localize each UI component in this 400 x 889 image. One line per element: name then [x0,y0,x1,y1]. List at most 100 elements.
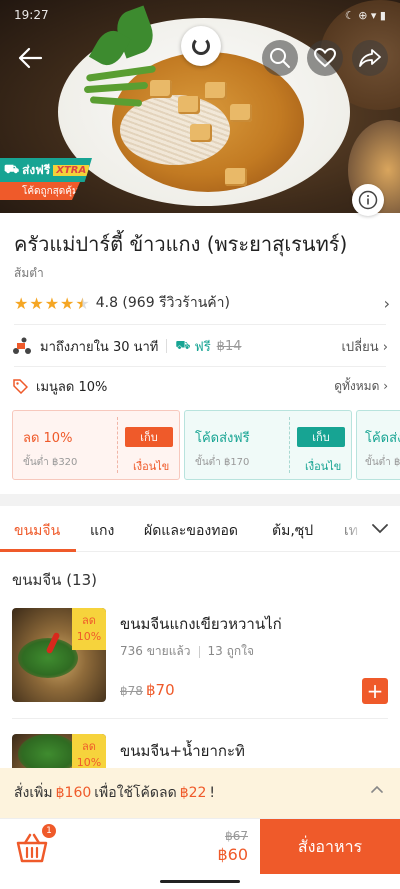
search-button[interactable] [262,40,298,76]
rating-row[interactable]: ★ ★ ★ ★ ★ 4.8 (969 รีวิวร้านค้า) › [14,292,390,314]
tab-soup[interactable]: ต้ม,ซุป [272,520,313,542]
voucher-min: ขั้นต่ำ ฿ [365,457,400,468]
food-chunk [178,96,200,114]
tab-khanom-jeen[interactable]: ขนมจีน [14,520,60,542]
banner-middle: เพื่อใช้โค้ดลด [94,785,177,801]
cuisine-label: ส้มตำ [14,266,44,280]
sold-count: 736 ขายแล้ว [120,644,191,658]
section-separator [0,494,400,506]
divider [14,366,386,367]
search-icon [270,48,290,68]
banner-prefix: สั่งเพิ่ม [14,785,53,801]
tab-curry[interactable]: แกง [90,520,114,542]
total-new-price: ฿60 [217,845,248,864]
order-button[interactable]: สั่งอาหาร [260,819,400,875]
bottom-bar: 1 ฿67 ฿60 สั่งอาหาร [0,818,400,875]
change-delivery-link[interactable]: เปลี่ยน › [341,336,388,357]
separator [166,339,168,353]
cart-count-badge: 1 [42,824,56,838]
back-arrow-icon [18,47,43,69]
voucher-min: ขั้นต่ำ ฿170 [195,457,250,468]
info-button[interactable] [352,184,384,216]
voucher-card[interactable]: ลด 10% ขั้นต่ำ ฿320 เก็บ เงื่อนไข [12,410,180,480]
share-button[interactable] [352,40,388,76]
voucher-min: ขั้นต่ำ ฿320 [23,457,78,468]
food-garnish [18,734,78,768]
badge-sub: โค้ดถูกสุดคุ้ม [0,182,80,200]
voucher-divider [289,417,290,473]
back-button[interactable] [12,40,48,76]
divider [12,718,388,719]
collect-voucher-button[interactable]: เก็บ [297,427,345,447]
tab-stir-fry[interactable]: ผัดและของทอด [144,520,238,542]
discount-tag: ลด 10% [72,734,106,768]
food-chunk [190,124,212,142]
star-icon: ★ [29,293,44,313]
separator [198,645,200,658]
menu-item-meta: 736 ขายแล้ว 13 ถูกใจ [120,642,254,661]
active-tab-indicator [0,549,76,552]
status-time: 19:27 [14,8,49,22]
restaurant-hero-image: 19:27 ☾ ⊕ ▾ ▮ ⛟ ส่งฟรี XTRA โค้ดถูกสุดคุ… [0,0,400,213]
voucher-title: โค้ดส่งฟรี [195,431,250,446]
menu-item[interactable]: ลด 10% ขนมจีน+น้ำยากะทิ [0,734,400,768]
voucher-card[interactable]: โค้ดส่งฟรี ขั้นต่ำ ฿170 เก็บ เงื่อนไข [184,410,352,480]
discount-label: ลด [82,614,96,627]
menu-item-image: ลด 10% [12,734,106,768]
chevron-up-icon[interactable] [370,784,384,794]
promo-label: เมนูลด 10% [36,379,108,395]
delivery-truck-icon: ⛟ [175,338,191,352]
delivery-eta: มาถึงภายใน 30 นาที [40,339,159,355]
voucher-conditions-link[interactable]: เงื่อนไข [305,457,341,475]
new-price: ฿70 [146,681,175,699]
delivery-row[interactable]: มาถึงภายใน 30 นาที ⛟ ฟรี ฿14 เปลี่ยน › [12,334,388,358]
voucher-divider [117,417,118,473]
rating-stars: ★ ★ ★ ★ ★ [14,294,90,313]
voucher-title: โค้ดส่ง [365,431,400,446]
food-chunk [225,168,247,186]
voucher-title: ลด 10% [23,431,73,446]
like-count: 13 ถูกใจ [207,644,255,658]
share-icon [359,49,381,67]
favorite-button[interactable] [307,40,343,76]
banner-suffix: ! [209,785,216,801]
home-indicator[interactable] [160,880,240,883]
see-all-link[interactable]: ดูทั้งหมด › [334,377,388,396]
delivery-fee-free: ฟรี [194,339,211,355]
badge-label: ส่งฟรี [22,162,51,177]
discount-value: 10% [76,630,102,643]
loading-indicator [181,26,221,66]
voucher-card[interactable]: โค้ดส่ง ขั้นต่ำ ฿ [356,410,400,480]
voucher-conditions-link[interactable]: เงื่อนไข [133,457,169,475]
food-chunk [205,82,227,100]
free-delivery-badge: ⛟ ส่งฟรี XTRA โค้ดถูกสุดคุ้ม [0,158,92,200]
promo-row[interactable]: เมนูลด 10% ดูทั้งหมด › [12,375,388,397]
scooter-icon: ⛟ [4,162,20,176]
menu-item-name: ขนมจีนแกงเขียวหวานไก่ [120,615,282,633]
rating-text: 4.8 (969 รีวิวร้านค้า) [95,295,230,311]
food-chunk [230,104,252,122]
spend-more-banner[interactable]: สั่งเพิ่ม ฿160 เพื่อใช้โค้ดลด ฿22 ! [0,768,400,818]
delivery-fee-old: ฿14 [216,338,242,354]
badge-xtra: XTRA [53,164,90,176]
heart-icon [314,48,336,68]
total-old-price: ฿67 [225,829,248,843]
old-price: ฿78 [120,684,143,698]
divider [14,324,386,325]
star-icon: ★ [44,293,60,313]
banner-discount: ฿22 [179,785,207,801]
delivery-rider-icon [13,337,31,354]
see-all-label: ดูทั้งหมด [334,378,380,393]
tag-icon [13,379,28,394]
category-dropdown-button[interactable] [360,506,400,551]
info-icon [358,190,378,210]
menu-item[interactable]: ลด 10% ขนมจีนแกงเขียวหวานไก่ 736 ขายแล้ว… [0,608,400,718]
restaurant-name: ครัวแม่ปาร์ตี้ ข้าวแกง (พระยาสุเรนทร์) [14,232,348,256]
discount-label: ลด [82,740,96,753]
add-to-cart-button[interactable]: + [362,678,388,704]
chevron-down-icon [372,523,388,533]
collect-voucher-button[interactable]: เก็บ [125,427,173,447]
status-icons: ☾ ⊕ ▾ ▮ [344,8,386,22]
banner-amount: ฿160 [55,785,92,801]
discount-value: 10% [76,756,102,768]
